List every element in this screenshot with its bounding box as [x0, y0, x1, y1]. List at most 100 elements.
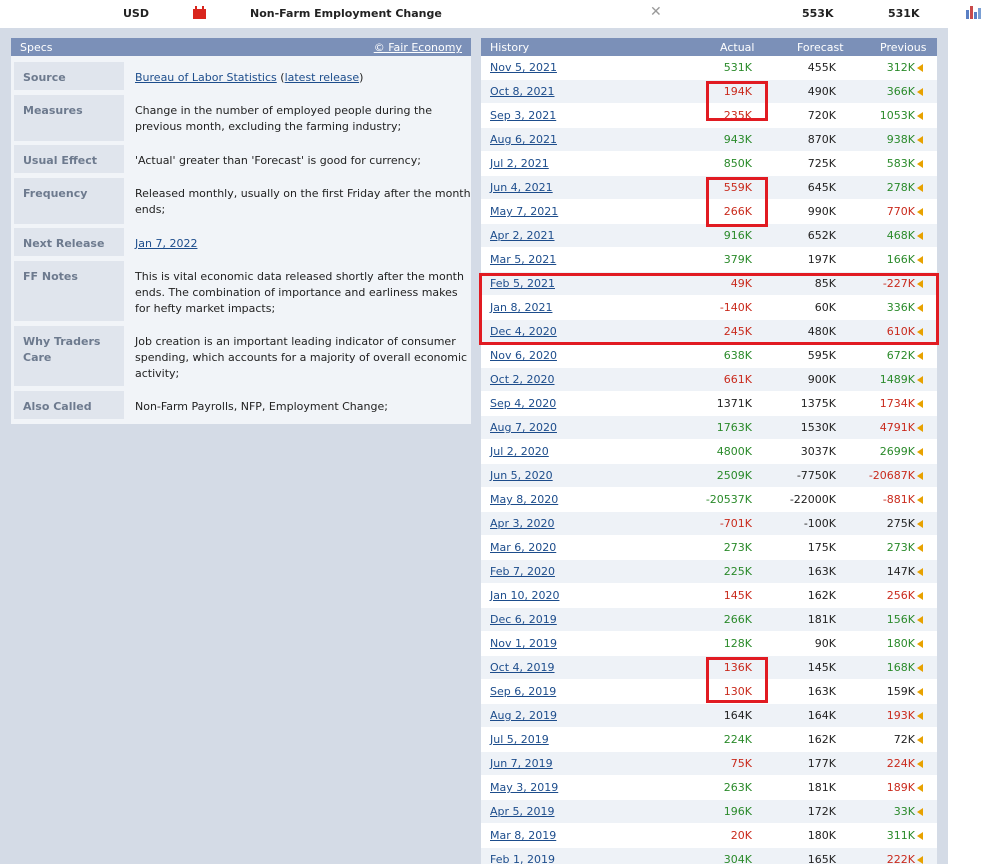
- history-date-link[interactable]: Mar 5, 2021: [490, 253, 556, 266]
- revision-icon[interactable]: [917, 256, 923, 264]
- source-link[interactable]: Bureau of Labor Statistics: [135, 71, 277, 84]
- revision-icon[interactable]: [917, 592, 923, 600]
- revision-icon[interactable]: [917, 424, 923, 432]
- revision-icon[interactable]: [917, 136, 923, 144]
- history-date-link[interactable]: Mar 8, 2019: [490, 829, 556, 842]
- history-date-link[interactable]: May 7, 2021: [490, 205, 558, 218]
- revision-icon[interactable]: [917, 832, 923, 840]
- history-row: Sep 6, 2019 130K 163K 159K: [481, 680, 937, 704]
- event-title[interactable]: Non-Farm Employment Change: [250, 7, 442, 20]
- history-previous: 180K: [886, 637, 915, 650]
- latest-release-link[interactable]: latest release: [285, 71, 360, 84]
- revision-icon[interactable]: [917, 232, 923, 240]
- history-actual: 1763K: [716, 421, 752, 434]
- spec-label: Next Release: [14, 228, 124, 256]
- history-date-link[interactable]: Jun 5, 2020: [490, 469, 553, 482]
- history-date-link[interactable]: Apr 5, 2019: [490, 805, 555, 818]
- history-date-link[interactable]: Mar 6, 2020: [490, 541, 556, 554]
- history-date-link[interactable]: Apr 3, 2020: [490, 517, 555, 530]
- revision-icon[interactable]: [917, 760, 923, 768]
- revision-icon[interactable]: [917, 112, 923, 120]
- revision-icon[interactable]: [917, 376, 923, 384]
- history-actual: 638K: [723, 349, 752, 362]
- history-date-link[interactable]: Feb 7, 2020: [490, 565, 555, 578]
- history-previous: -881K: [882, 493, 915, 506]
- revision-icon[interactable]: [917, 808, 923, 816]
- history-date-link[interactable]: Aug 6, 2021: [490, 133, 557, 146]
- history-date-link[interactable]: Nov 5, 2021: [490, 61, 557, 74]
- history-date-link[interactable]: Feb 1, 2019: [490, 853, 555, 864]
- revision-icon[interactable]: [917, 784, 923, 792]
- history-previous: 273K: [886, 541, 915, 554]
- history-date-link[interactable]: Oct 2, 2020: [490, 373, 555, 386]
- revision-icon[interactable]: [917, 616, 923, 624]
- history-date-link[interactable]: Dec 6, 2019: [490, 613, 557, 626]
- event-row[interactable]: USD Non-Farm Employment Change ✕ 553K 53…: [0, 0, 981, 28]
- history-date-link[interactable]: Nov 1, 2019: [490, 637, 557, 650]
- revision-icon[interactable]: [917, 64, 923, 72]
- history-actual: 266K: [723, 613, 752, 626]
- history-date-link[interactable]: May 8, 2020: [490, 493, 558, 506]
- revision-icon[interactable]: [917, 208, 923, 216]
- history-date-link[interactable]: May 3, 2019: [490, 781, 558, 794]
- history-actual: 75K: [730, 757, 752, 770]
- history-row: Nov 1, 2019 128K 90K 180K: [481, 632, 937, 656]
- history-previous: -20687K: [868, 469, 915, 482]
- revision-icon[interactable]: [917, 472, 923, 480]
- spec-row-why-traders-care: Why Traders Care Job creation is an impo…: [11, 326, 471, 386]
- revision-icon[interactable]: [917, 280, 923, 288]
- history-date-link[interactable]: Nov 6, 2020: [490, 349, 557, 362]
- revision-icon[interactable]: [917, 304, 923, 312]
- event-actual: 553K: [802, 7, 834, 20]
- history-date-link[interactable]: Apr 2, 2021: [490, 229, 555, 242]
- revision-icon[interactable]: [917, 448, 923, 456]
- history-date-link[interactable]: Jul 5, 2019: [490, 733, 549, 746]
- revision-icon[interactable]: [917, 184, 923, 192]
- history-row: Aug 6, 2021 943K 870K 938K: [481, 128, 937, 152]
- history-actual: 49K: [730, 277, 752, 290]
- revision-icon[interactable]: [917, 88, 923, 96]
- history-date-link[interactable]: Aug 7, 2020: [490, 421, 557, 434]
- history-actual: 273K: [723, 541, 752, 554]
- revision-icon[interactable]: [917, 328, 923, 336]
- history-date-link[interactable]: Jul 2, 2021: [490, 157, 549, 170]
- next-release-link[interactable]: Jan 7, 2022: [135, 237, 197, 250]
- history-date-link[interactable]: Feb 5, 2021: [490, 277, 555, 290]
- history-date-link[interactable]: Jul 2, 2020: [490, 445, 549, 458]
- history-date-link[interactable]: Jan 8, 2021: [490, 301, 552, 314]
- revision-icon[interactable]: [917, 568, 923, 576]
- history-date-link[interactable]: Oct 8, 2021: [490, 85, 555, 98]
- revision-icon[interactable]: [917, 352, 923, 360]
- history-previous: 278K: [886, 181, 915, 194]
- history-previous: 1489K: [879, 373, 915, 386]
- history-forecast: 90K: [814, 637, 836, 650]
- revision-icon[interactable]: [917, 640, 923, 648]
- history-date-link[interactable]: Sep 3, 2021: [490, 109, 556, 122]
- history-row: Sep 3, 2021 235K 720K 1053K: [481, 104, 937, 128]
- revision-icon[interactable]: [917, 496, 923, 504]
- revision-icon[interactable]: [917, 664, 923, 672]
- close-detail-icon[interactable]: ✕: [650, 4, 662, 20]
- history-date-link[interactable]: Aug 2, 2019: [490, 709, 557, 722]
- graph-icon[interactable]: [966, 6, 982, 19]
- revision-icon[interactable]: [917, 712, 923, 720]
- revision-icon[interactable]: [917, 520, 923, 528]
- history-date-link[interactable]: Jan 10, 2020: [490, 589, 559, 602]
- history-date-link[interactable]: Oct 4, 2019: [490, 661, 555, 674]
- history-date-link[interactable]: Sep 4, 2020: [490, 397, 556, 410]
- history-date-link[interactable]: Dec 4, 2020: [490, 325, 557, 338]
- revision-icon[interactable]: [917, 400, 923, 408]
- revision-icon[interactable]: [917, 736, 923, 744]
- fair-economy-link[interactable]: © Fair Economy: [374, 41, 462, 54]
- revision-icon[interactable]: [917, 544, 923, 552]
- specs-header: Specs © Fair Economy: [11, 38, 471, 56]
- revision-icon[interactable]: [917, 160, 923, 168]
- history-date-link[interactable]: Sep 6, 2019: [490, 685, 556, 698]
- revision-icon[interactable]: [917, 856, 923, 864]
- history-row: Jan 10, 2020 145K 162K 256K: [481, 584, 937, 608]
- history-date-link[interactable]: Jun 4, 2021: [490, 181, 553, 194]
- revision-icon[interactable]: [917, 688, 923, 696]
- history-actual: 266K: [723, 205, 752, 218]
- history-date-link[interactable]: Jun 7, 2019: [490, 757, 553, 770]
- history-row: Oct 4, 2019 136K 145K 168K: [481, 656, 937, 680]
